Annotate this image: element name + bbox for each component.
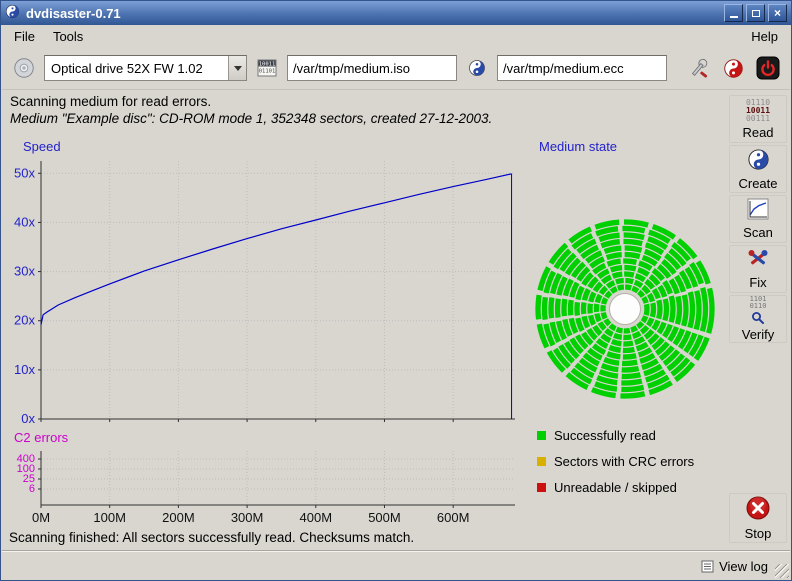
svg-text:300M: 300M [231,510,264,525]
ecc-file-icon [464,55,490,81]
legend-label: Unreadable / skipped [554,480,677,495]
svg-text:50x: 50x [14,165,35,180]
medium-state-disc-svg [533,217,717,401]
ecc-path-input[interactable]: /var/tmp/medium.ecc [497,55,667,81]
medium-state-disc [533,217,717,401]
verify-button-label: Verify [742,327,775,342]
quit-power-icon[interactable] [755,55,781,81]
stop-button-label: Stop [745,526,772,541]
fix-button[interactable]: Fix [729,245,787,293]
toolbar: Optical drive 52X FW 1.02 10011 01101 /v… [2,47,790,90]
action-sidebar: 011101001100111 Read Create [727,93,791,551]
svg-text:0M: 0M [32,510,50,525]
iso-path-value: /var/tmp/medium.iso [293,61,410,76]
svg-text:400: 400 [17,453,35,465]
svg-text:10x: 10x [14,362,35,377]
read-button[interactable]: 011101001100111 Read [729,95,787,143]
menubar: File Tools Help [2,26,790,47]
ecc-path-value: /var/tmp/medium.ecc [503,61,624,76]
legend-label: Sectors with CRC errors [554,454,694,469]
status-line-1: Scanning medium for read errors. [10,94,211,109]
legend-swatch [537,431,546,440]
scan-button-label: Scan [743,225,773,240]
menu-tools[interactable]: Tools [44,27,92,46]
stop-button[interactable]: Stop [729,493,787,543]
svg-text:600M: 600M [437,510,470,525]
verify-button[interactable]: 11010110 Verify [729,295,787,343]
menu-file[interactable]: File [5,27,44,46]
fix-tools-icon [746,248,770,273]
create-button[interactable]: Create [729,145,787,193]
legend-item: Successfully read [537,428,694,443]
legend-item: Sectors with CRC errors [537,454,694,469]
read-button-label: Read [742,125,773,140]
legend-item: Unreadable / skipped [537,480,694,495]
scan-chart-icon [747,198,769,223]
speed-chart-svg: 0M 100M 200M 300M 400M 500M 600M 0x 10x 20x 30x 40x… [5,151,519,531]
read-binary-icon: 011101001100111 [746,99,770,123]
speed-and-c2-charts: 0M 100M 200M 300M 400M 500M 600M 0x 10x 20x 30x 40x… [5,151,519,531]
svg-text:10011: 10011 [259,62,276,68]
log-icon [701,560,714,573]
app-window: dvdisaster-0.71 × File Tools Help Optica… [0,0,792,581]
legend-label: Successfully read [554,428,656,443]
menu-help[interactable]: Help [742,27,787,46]
svg-text:400M: 400M [300,510,333,525]
help-logo-icon[interactable] [720,55,746,81]
maximize-button[interactable] [746,4,765,22]
scan-result-text: Scanning finished: All sectors successfu… [9,530,414,545]
view-log-label: View log [719,559,768,574]
close-button[interactable]: × [768,4,787,22]
view-log-button[interactable]: View log [701,559,768,574]
legend-swatch [537,457,546,466]
status-line-2: Medium "Example disc": CD-ROM mode 1, 35… [10,111,492,126]
svg-text:30x: 30x [14,264,35,279]
svg-text:01101: 01101 [259,69,276,75]
statusbar: View log [2,552,790,580]
svg-text:40x: 40x [14,214,35,229]
legend-swatch [537,483,546,492]
stop-icon [745,495,771,524]
drive-disc-icon [11,55,37,81]
svg-text:0x: 0x [21,411,35,426]
app-logo-icon [5,4,20,22]
svg-text:100M: 100M [93,510,126,525]
medium-state-legend: Successfully read Sectors with CRC errors… [537,428,694,495]
drive-select[interactable]: Optical drive 52X FW 1.02 [44,55,247,81]
chevron-down-icon [234,66,242,75]
preferences-wrench-icon[interactable] [685,55,711,81]
create-yinyang-icon [747,148,770,174]
verify-binary-icon: 11010110 [750,296,767,325]
drive-select-dropdown-button[interactable] [228,56,246,80]
window-title: dvdisaster-0.71 [26,6,718,21]
minimize-button[interactable] [724,4,743,22]
image-file-icon: 10011 01101 [254,55,280,81]
iso-path-input[interactable]: /var/tmp/medium.iso [287,55,457,81]
resize-grip[interactable] [775,564,789,578]
create-button-label: Create [738,176,777,191]
svg-text:20x: 20x [14,313,35,328]
scan-button[interactable]: Scan [729,195,787,243]
medium-state-title: Medium state [539,139,617,154]
titlebar: dvdisaster-0.71 × [1,1,791,25]
fix-button-label: Fix [749,275,766,290]
svg-text:500M: 500M [368,510,401,525]
svg-text:200M: 200M [162,510,195,525]
drive-select-value: Optical drive 52X FW 1.02 [45,56,228,80]
